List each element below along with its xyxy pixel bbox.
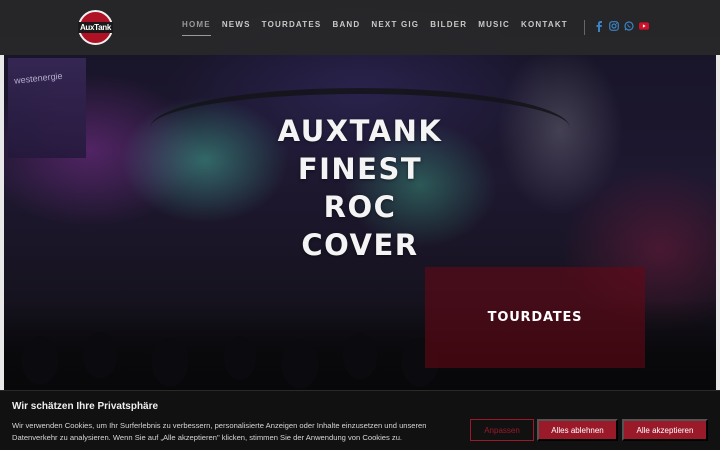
nav-news[interactable]: NEWS	[222, 20, 251, 36]
nav-music[interactable]: MUSIC	[478, 20, 510, 36]
main-nav: HOME NEWS TOURDATES BAND NEXT GIG BILDER…	[182, 20, 568, 36]
nav-kontakt[interactable]: KONTAKT	[521, 20, 568, 36]
top-navigation-bar: AuxTank HOME NEWS TOURDATES BAND NEXT GI…	[0, 0, 720, 55]
hero-title-line: ROC	[323, 190, 397, 224]
accept-all-button[interactable]: Alle akzeptieren	[622, 419, 708, 441]
nav-tourdates[interactable]: TOURDATES	[262, 20, 322, 36]
sponsor-banner-text: westenergie	[13, 70, 63, 86]
nav-band[interactable]: BAND	[332, 20, 360, 36]
hero-title-line: FINEST	[297, 152, 423, 186]
tourdates-cta[interactable]: TOURDATES	[425, 267, 645, 368]
cookie-title: Wir schätzen Ihre Privatsphäre	[12, 401, 159, 412]
youtube-icon[interactable]	[639, 20, 649, 32]
nav-divider	[584, 20, 585, 35]
social-links	[594, 20, 649, 32]
customize-button[interactable]: Anpassen	[470, 419, 534, 441]
nav-home[interactable]: HOME	[182, 20, 211, 36]
frame-right	[716, 55, 720, 390]
site-logo[interactable]: AuxTank	[77, 10, 114, 45]
tourdates-cta-label: TOURDATES	[487, 310, 583, 325]
whatsapp-icon[interactable]	[624, 20, 634, 32]
instagram-icon[interactable]	[609, 20, 619, 32]
logo-text: AuxTank	[77, 22, 114, 33]
hero-title-line: AUXTANK	[277, 114, 443, 148]
hero-title: AUXTANK FINEST ROC COVER	[260, 112, 460, 264]
reject-all-button[interactable]: Alles ablehnen	[537, 419, 618, 441]
hero-title-line: COVER	[301, 228, 419, 262]
facebook-icon[interactable]	[594, 20, 604, 32]
nav-bilder[interactable]: BILDER	[430, 20, 467, 36]
cookie-text: Wir verwenden Cookies, um Ihr Surferlebn…	[12, 421, 427, 442]
frame-left	[0, 55, 4, 390]
sponsor-banner: westenergie	[8, 58, 86, 158]
nav-next-gig[interactable]: NEXT GIG	[371, 20, 419, 36]
